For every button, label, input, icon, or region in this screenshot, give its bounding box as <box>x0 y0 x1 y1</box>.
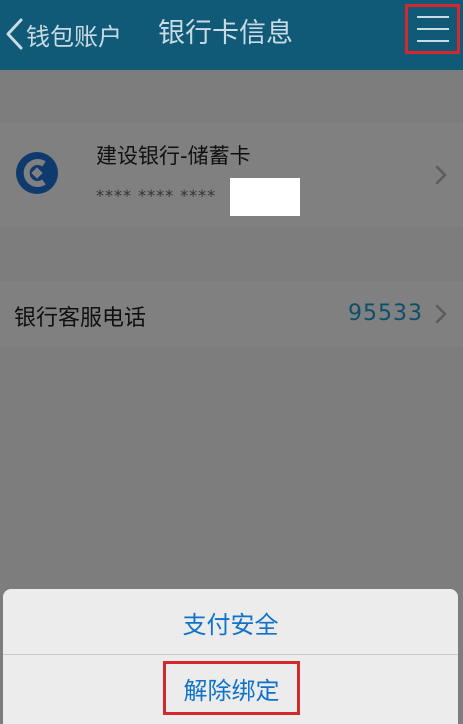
masked-card-number: **** **** **** <box>96 186 217 205</box>
bank-hotline-number[interactable]: 95533 <box>348 301 423 326</box>
hamburger-menu-icon <box>416 28 449 30</box>
chevron-right-icon <box>435 304 447 324</box>
chevron-right-icon <box>435 165 447 185</box>
back-label: 钱包账户 <box>26 22 122 51</box>
bank-hotline-label: 银行客服电话 <box>14 306 147 331</box>
unbind-card-button[interactable]: 解除绑定 <box>163 661 300 715</box>
chevron-left-icon <box>6 18 23 50</box>
hamburger-menu-icon <box>416 40 449 42</box>
ccb-bank-logo-icon <box>16 152 58 194</box>
back-button[interactable]: 钱包账户 <box>4 14 122 54</box>
navigation-bar: 钱包账户 银行卡信息 <box>0 0 463 70</box>
payment-security-option[interactable]: 支付安全 <box>3 605 458 640</box>
redacted-card-digits <box>230 178 300 216</box>
hamburger-menu-icon <box>416 16 449 18</box>
menu-button[interactable] <box>405 4 460 54</box>
bank-card-name: 建设银行-储蓄卡 <box>96 144 251 168</box>
unbind-card-label: 解除绑定 <box>183 676 280 705</box>
action-sheet-divider <box>3 654 458 655</box>
page-title: 银行卡信息 <box>158 18 293 49</box>
